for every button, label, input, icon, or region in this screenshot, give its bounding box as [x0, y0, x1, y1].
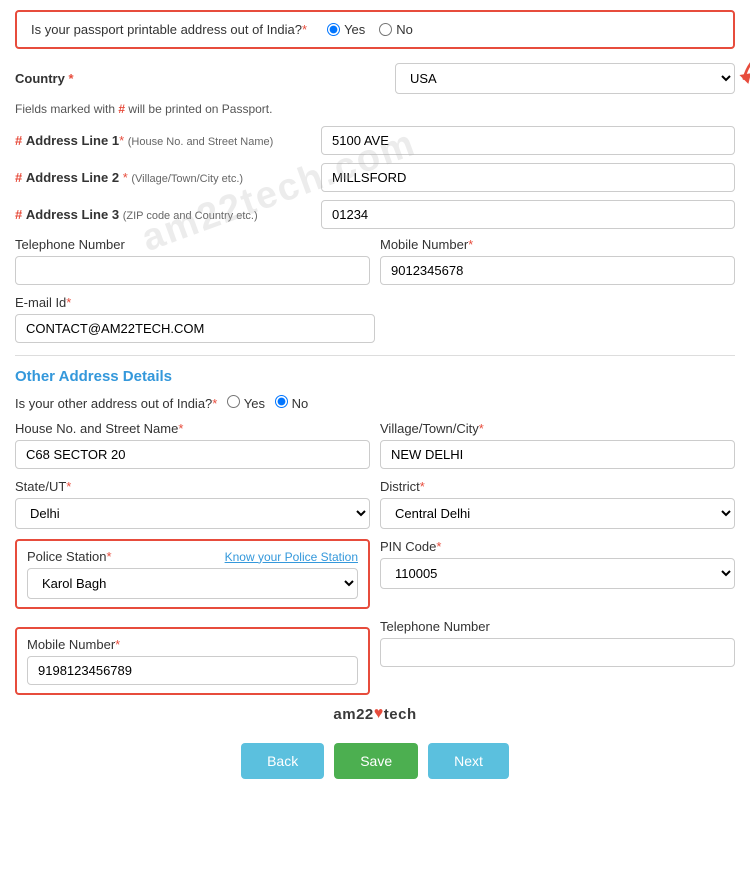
- passport-yes-text: Yes: [344, 22, 365, 37]
- passport-no-label[interactable]: No: [379, 22, 413, 37]
- email-label: E-mail Id*: [15, 295, 735, 310]
- telephone-col: Telephone Number: [15, 237, 370, 285]
- brand-tech: tech: [384, 706, 417, 723]
- address-line3-label: # Address Line 3 (ZIP code and Country e…: [15, 207, 315, 222]
- police-pin-row: Police Station* Know your Police Station…: [15, 539, 735, 609]
- other-tel-label-text: Telephone Number: [380, 619, 490, 634]
- state-district-row: State/UT* Delhi Maharashtra Karnataka Ta…: [15, 479, 735, 529]
- passport-question-label: Is your passport printable address out o…: [31, 22, 307, 37]
- address-line1-label: # Address Line 1* (House No. and Street …: [15, 133, 315, 148]
- other-mobile-box: Mobile Number*: [15, 627, 370, 695]
- telephone-label-text: Telephone Number: [15, 237, 125, 252]
- fields-note: Fields marked with # will be printed on …: [15, 102, 735, 116]
- other-mobile-col: Mobile Number*: [15, 619, 370, 695]
- next-button[interactable]: Next: [428, 743, 509, 779]
- district-label-text: District: [380, 479, 420, 494]
- mobile-label: Mobile Number*: [380, 237, 735, 252]
- email-row: E-mail Id*: [15, 295, 735, 343]
- mobile-label-text: Mobile Number: [380, 237, 468, 252]
- passport-no-text: No: [396, 22, 413, 37]
- address-line1-row: # Address Line 1* (House No. and Street …: [15, 126, 735, 155]
- other-tel-label: Telephone Number: [380, 619, 735, 634]
- state-select[interactable]: Delhi Maharashtra Karnataka Tamil Nadu U…: [15, 498, 370, 529]
- village-input[interactable]: [380, 440, 735, 469]
- mobile-input[interactable]: [380, 256, 735, 285]
- country-label: Country *: [15, 71, 74, 86]
- country-select[interactable]: USA India UK Canada Australia: [395, 63, 735, 94]
- other-address-question-label: Is your other address out of India?*: [15, 396, 217, 411]
- house-label-text: House No. and Street Name: [15, 421, 178, 436]
- house-label: House No. and Street Name*: [15, 421, 370, 436]
- other-tel-col: Telephone Number: [380, 619, 735, 667]
- village-label-text: Village/Town/City: [380, 421, 479, 436]
- brand-bottom: am22 ♥ tech: [15, 705, 735, 723]
- police-col: Police Station* Know your Police Station…: [15, 539, 370, 609]
- pin-code-select[interactable]: 110005 110001 110002 110003: [380, 558, 735, 589]
- other-tel-input[interactable]: [380, 638, 735, 667]
- other-no-radio[interactable]: [275, 395, 288, 408]
- other-address-q-text: Is your other address out of India?: [15, 396, 212, 411]
- address-line3-row: # Address Line 3 (ZIP code and Country e…: [15, 200, 735, 229]
- telephone-input[interactable]: [15, 256, 370, 285]
- passport-no-radio[interactable]: [379, 23, 392, 36]
- passport-radio-group: Yes No: [327, 22, 413, 37]
- other-no-label[interactable]: No: [275, 395, 308, 411]
- other-no-text: No: [292, 396, 309, 411]
- red-arrow-indicator: [735, 33, 750, 93]
- address-line2-input[interactable]: [321, 163, 735, 192]
- district-col: District* Central Delhi North Delhi Sout…: [380, 479, 735, 529]
- district-select[interactable]: Central Delhi North Delhi South Delhi Ea…: [380, 498, 735, 529]
- other-mobile-label-text: Mobile Number: [27, 637, 115, 652]
- police-header: Police Station* Know your Police Station: [27, 549, 358, 564]
- address-line2-row: # Address Line 2 * (Village/Town/City et…: [15, 163, 735, 192]
- state-label-text: State/UT: [15, 479, 66, 494]
- brand-am: am22: [333, 706, 373, 723]
- house-input[interactable]: [15, 440, 370, 469]
- other-mobile-input[interactable]: [27, 656, 358, 685]
- passport-question-box: Is your passport printable address out o…: [15, 10, 735, 49]
- other-address-title: Other Address Details: [15, 368, 735, 385]
- address-line1-input[interactable]: [321, 126, 735, 155]
- section-divider: [15, 355, 735, 356]
- address-line2-label: # Address Line 2 * (Village/Town/City et…: [15, 170, 315, 185]
- passport-yes-radio[interactable]: [327, 23, 340, 36]
- state-label: State/UT*: [15, 479, 370, 494]
- other-yes-label[interactable]: Yes: [227, 395, 265, 411]
- country-row: Country * USA India UK Canada Australia: [15, 63, 735, 94]
- state-col: State/UT* Delhi Maharashtra Karnataka Ta…: [15, 479, 370, 529]
- police-station-select[interactable]: Karol Bagh Paharganj Connaught Place Sad…: [27, 568, 358, 599]
- country-label-text: Country: [15, 71, 65, 86]
- house-col: House No. and Street Name*: [15, 421, 370, 469]
- email-input[interactable]: [15, 314, 375, 343]
- email-label-text: E-mail Id: [15, 295, 66, 310]
- address-line3-input[interactable]: [321, 200, 735, 229]
- district-label: District*: [380, 479, 735, 494]
- police-label: Police Station*: [27, 549, 112, 564]
- pin-label: PIN Code*: [380, 539, 735, 554]
- police-station-box: Police Station* Know your Police Station…: [15, 539, 370, 609]
- passport-question-text: Is your passport printable address out o…: [31, 22, 302, 37]
- village-label: Village/Town/City*: [380, 421, 735, 436]
- passport-yes-label[interactable]: Yes: [327, 22, 365, 37]
- other-yes-radio[interactable]: [227, 395, 240, 408]
- house-village-row: House No. and Street Name* Village/Town/…: [15, 421, 735, 469]
- police-label-text: Police Station: [27, 549, 107, 564]
- bottom-buttons: Back Save Next: [15, 743, 735, 779]
- back-button[interactable]: Back: [241, 743, 324, 779]
- other-mobile-tel-row: Mobile Number* Telephone Number: [15, 619, 735, 695]
- other-mobile-label: Mobile Number*: [27, 637, 358, 652]
- mobile-col: Mobile Number*: [380, 237, 735, 285]
- other-address-question-row: Is your other address out of India?* Yes…: [15, 395, 735, 411]
- pin-col: PIN Code* 110005 110001 110002 110003: [380, 539, 735, 589]
- know-police-link[interactable]: Know your Police Station: [225, 550, 358, 564]
- pin-label-text: PIN Code: [380, 539, 436, 554]
- telephone-mobile-row: Telephone Number Mobile Number*: [15, 237, 735, 285]
- village-col: Village/Town/City*: [380, 421, 735, 469]
- telephone-label: Telephone Number: [15, 237, 370, 252]
- other-yes-text: Yes: [244, 396, 265, 411]
- save-button[interactable]: Save: [334, 743, 418, 779]
- brand-heart: ♥: [374, 705, 384, 723]
